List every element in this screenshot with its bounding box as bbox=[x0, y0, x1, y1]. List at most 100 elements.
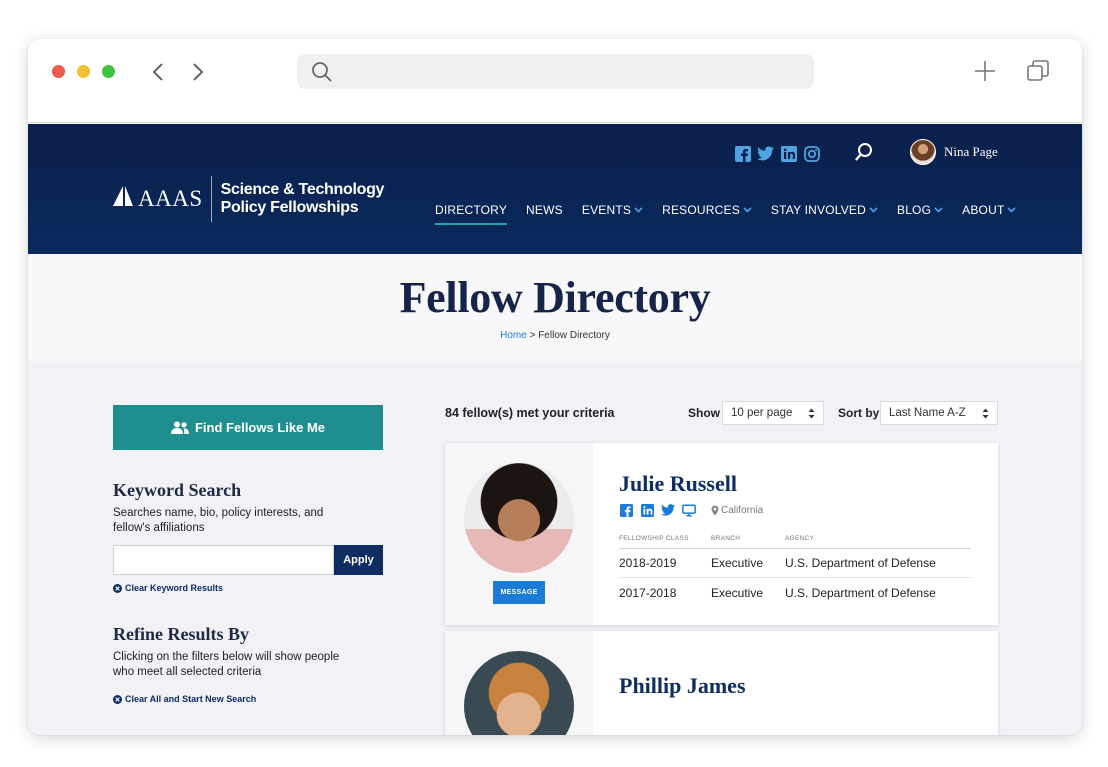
linkedin-icon[interactable] bbox=[780, 145, 797, 162]
page-hero: Fellow Directory Home > Fellow Directory bbox=[28, 254, 1082, 361]
clear-keyword-label: Clear Keyword Results bbox=[125, 583, 224, 593]
breadcrumb-home-link[interactable]: Home bbox=[500, 330, 527, 341]
nav-item-events[interactable]: EVENTS bbox=[582, 201, 643, 219]
minimize-window-button[interactable] bbox=[77, 65, 90, 78]
apply-button[interactable]: Apply bbox=[334, 545, 383, 575]
branch-cell: Executive bbox=[711, 556, 764, 570]
nav-label: NEWS bbox=[526, 203, 563, 217]
find-fellows-like-me-button[interactable]: Find Fellows Like Me bbox=[113, 405, 383, 450]
clear-all-label: Clear All and Start New Search bbox=[125, 694, 257, 704]
col-header-agency: AGENCY bbox=[785, 535, 815, 542]
fellow-card: Phillip James bbox=[445, 631, 998, 735]
new-tab-button[interactable] bbox=[973, 59, 997, 83]
nav-label: DIRECTORY bbox=[435, 203, 508, 217]
keyword-search-description: Searches name, bio, policy interests, an… bbox=[113, 507, 324, 534]
show-label: Show bbox=[688, 406, 720, 420]
nav-item-news[interactable]: NEWS bbox=[526, 201, 563, 219]
chevron-down-icon bbox=[634, 207, 643, 213]
nav-item-blog[interactable]: BLOG bbox=[897, 201, 943, 219]
twitter-icon[interactable] bbox=[661, 503, 675, 517]
website-monitor-icon[interactable] bbox=[682, 503, 696, 517]
browser-window: AAAS Science & Technology Policy Fellows… bbox=[28, 39, 1082, 735]
facebook-icon[interactable] bbox=[734, 145, 751, 162]
message-button[interactable]: MESSAGE bbox=[493, 581, 545, 604]
location-pin-icon bbox=[711, 505, 719, 515]
fellow-photo[interactable] bbox=[464, 463, 574, 573]
find-fellows-label: Find Fellows Like Me bbox=[194, 420, 326, 435]
nav-label: ABOUT bbox=[962, 203, 1005, 217]
fellowship-table: FELLOWSHIP CLASS BRANCH AGENCY 2018-2019… bbox=[619, 535, 971, 607]
page-title: Fellow Directory bbox=[399, 273, 711, 322]
address-bar[interactable] bbox=[297, 54, 814, 89]
clear-all-link[interactable]: Clear All and Start New Search bbox=[113, 694, 256, 704]
fellow-name[interactable]: Julie Russell bbox=[619, 471, 737, 497]
logo-text: Science & Technology Policy Fellowships bbox=[221, 181, 385, 217]
results-count: 84 fellow(s) met your criteria bbox=[445, 406, 615, 420]
select-arrows-icon bbox=[982, 408, 989, 419]
main-navigation: DIRECTORY NEWS EVENTS RESOURCES STAY INV… bbox=[435, 201, 1035, 225]
close-window-button[interactable] bbox=[52, 65, 65, 78]
refine-results-heading: Refine Results By bbox=[113, 624, 249, 644]
per-page-select[interactable]: 10 per page bbox=[722, 401, 824, 425]
fellow-social-links: California bbox=[619, 503, 763, 517]
search-icon bbox=[312, 62, 332, 82]
chevron-left-icon bbox=[152, 63, 163, 81]
header-search-button[interactable] bbox=[854, 142, 874, 167]
aaas-logo-mark-icon bbox=[112, 185, 134, 213]
nav-item-stay-involved[interactable]: STAY INVOLVED bbox=[771, 201, 878, 219]
clear-keyword-results-link[interactable]: Clear Keyword Results bbox=[113, 583, 223, 593]
directory-content: Find Fellows Like Me Keyword Search Sear… bbox=[28, 361, 1082, 735]
user-menu[interactable]: Nina Page bbox=[910, 139, 998, 165]
clear-circle-icon bbox=[113, 583, 122, 593]
sort-value: Last Name A-Z bbox=[889, 407, 966, 419]
refine-results-description: Clicking on the filters below will show … bbox=[113, 651, 340, 678]
linkedin-icon[interactable] bbox=[640, 503, 654, 517]
fellow-name[interactable]: Phillip James bbox=[619, 673, 746, 699]
breadcrumb: Home > Fellow Directory bbox=[28, 330, 1082, 341]
logo-text-line-2: Policy Fellowships bbox=[220, 199, 359, 216]
back-button[interactable] bbox=[148, 61, 168, 83]
page-viewport: AAAS Science & Technology Policy Fellows… bbox=[28, 124, 1082, 735]
avatar bbox=[910, 139, 936, 165]
chevron-down-icon bbox=[743, 207, 752, 213]
sort-select[interactable]: Last Name A-Z bbox=[880, 401, 998, 425]
clear-circle-icon bbox=[113, 694, 122, 704]
people-icon bbox=[170, 421, 189, 434]
agency-cell: U.S. Department of Defense bbox=[785, 585, 936, 600]
browser-toolbar bbox=[28, 39, 1082, 123]
fellowship-table-header: FELLOWSHIP CLASS BRANCH AGENCY bbox=[619, 535, 971, 549]
tab-overview-button[interactable] bbox=[1026, 59, 1050, 83]
fellow-card-photo-panel bbox=[445, 631, 593, 735]
fellowship-class-cell: 2017-2018 bbox=[619, 585, 677, 600]
chevron-down-icon bbox=[869, 207, 878, 213]
logo-divider bbox=[210, 176, 212, 222]
nav-label: RESOURCES bbox=[662, 203, 740, 217]
facebook-icon[interactable] bbox=[619, 503, 633, 517]
nav-item-about[interactable]: ABOUT bbox=[962, 201, 1017, 219]
fellow-card: MESSAGE Julie Russell California FELLOWS… bbox=[445, 443, 998, 625]
site-logo[interactable]: AAAS Science & Technology Policy Fellows… bbox=[112, 176, 384, 222]
table-row: 2018-2019 Executive U.S. Department of D… bbox=[619, 549, 971, 578]
nav-item-directory[interactable]: DIRECTORY bbox=[435, 201, 508, 225]
plus-icon bbox=[975, 61, 995, 81]
instagram-icon[interactable] bbox=[803, 145, 820, 162]
keyword-search-input[interactable] bbox=[113, 545, 334, 575]
fellow-location-text: California bbox=[721, 504, 764, 516]
agency-cell: U.S. Department of Defense bbox=[785, 556, 936, 570]
fellow-location: California bbox=[711, 505, 763, 516]
fellow-card-photo-panel: MESSAGE bbox=[445, 443, 593, 625]
search-icon bbox=[855, 143, 872, 161]
header-social-links bbox=[734, 145, 820, 162]
breadcrumb-current: Fellow Directory bbox=[538, 330, 610, 341]
logo-text-line-1: Science & Technology bbox=[220, 181, 385, 198]
chevron-right-icon bbox=[193, 63, 204, 81]
table-row: 2017-2018 Executive U.S. Department of D… bbox=[619, 578, 971, 607]
forward-button[interactable] bbox=[188, 61, 208, 83]
fellow-photo[interactable] bbox=[464, 651, 574, 735]
twitter-icon[interactable] bbox=[757, 145, 774, 162]
per-page-value: 10 per page bbox=[731, 407, 793, 419]
nav-label: STAY INVOLVED bbox=[770, 203, 866, 217]
nav-item-resources[interactable]: RESOURCES bbox=[662, 201, 752, 219]
site-header: AAAS Science & Technology Policy Fellows… bbox=[28, 124, 1082, 254]
zoom-window-button[interactable] bbox=[102, 65, 115, 78]
